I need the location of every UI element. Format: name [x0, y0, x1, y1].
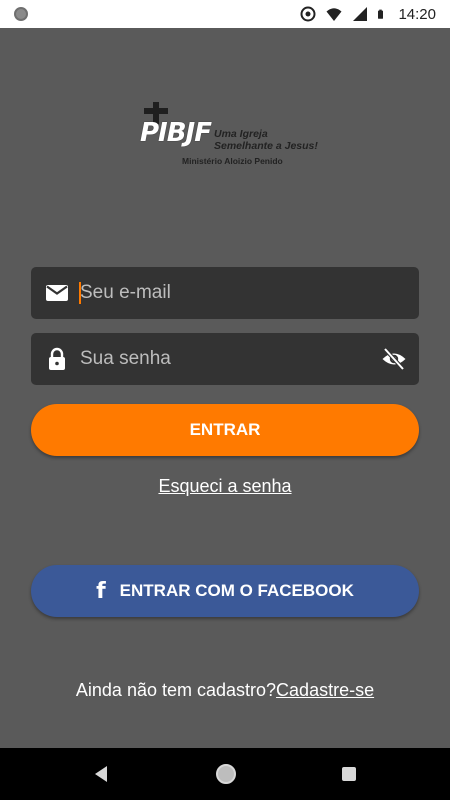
email-field[interactable]: Seu e-mail — [31, 267, 419, 319]
recent-apps-icon[interactable] — [342, 767, 356, 781]
status-bar: 14:20 — [0, 0, 450, 28]
data-saver-icon — [300, 6, 316, 22]
logo-tagline-line2: Semelhante a Jesus! — [214, 140, 318, 152]
password-placeholder: Sua senha — [80, 348, 171, 369]
status-time: 14:20 — [398, 5, 436, 23]
facebook-icon: f — [96, 578, 106, 604]
forgot-password-link[interactable]: Esqueci a senha — [0, 476, 450, 497]
logo-subtitle: Ministério Aloizio Penido — [182, 156, 283, 166]
facebook-button-label: ENTRAR COM O FACEBOOK — [119, 581, 354, 600]
wifi-icon — [326, 8, 342, 21]
logo-wordmark: PIBJF — [140, 118, 212, 148]
email-placeholder: Seu e-mail — [80, 282, 171, 303]
login-button-label: ENTRAR — [189, 420, 261, 439]
mail-icon — [46, 285, 68, 301]
logo-tagline-line1: Uma Igreja — [214, 128, 268, 140]
lock-icon — [49, 347, 65, 370]
circle-dot-icon — [14, 7, 28, 21]
facebook-login-button[interactable]: f ENTRAR COM O FACEBOOK — [31, 565, 419, 617]
logo-tagline: Uma Igreja Semelhante a Jesus! — [214, 128, 318, 152]
signup-row: Ainda não tem cadastro?Cadastre-se — [0, 680, 450, 701]
password-field[interactable]: Sua senha — [31, 333, 419, 385]
home-icon[interactable] — [216, 764, 236, 784]
eye-off-icon[interactable] — [381, 347, 407, 371]
battery-icon — [378, 9, 384, 19]
system-nav-bar — [0, 748, 450, 800]
signup-prompt: Ainda não tem cadastro? — [75, 680, 277, 700]
church-logo: PIBJF Uma Igreja Semelhante a Jesus! Min… — [140, 102, 320, 168]
login-button[interactable]: ENTRAR — [31, 404, 419, 456]
signup-link[interactable]: Cadastre-se — [276, 680, 374, 700]
signal-icon — [353, 7, 368, 21]
back-icon[interactable] — [93, 765, 109, 783]
